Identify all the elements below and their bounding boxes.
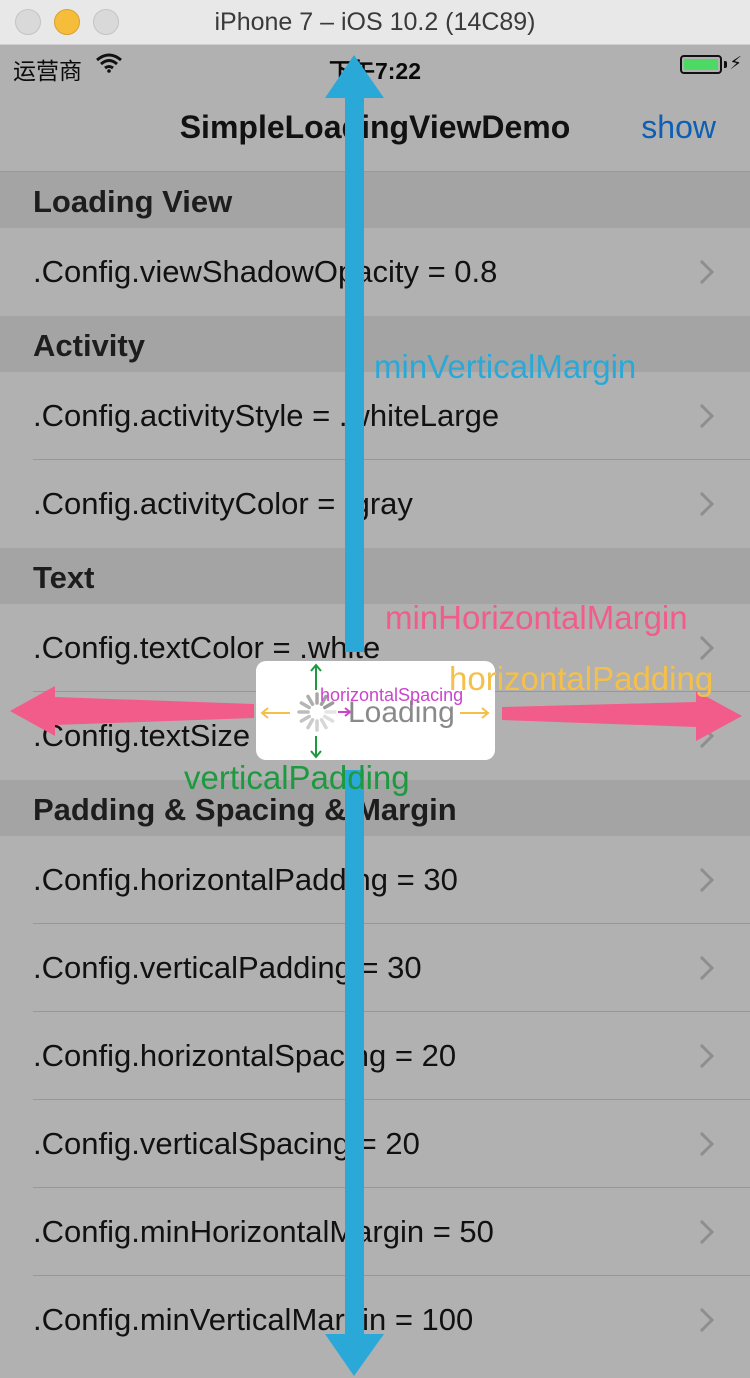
row-label: .Config.minHorizontalMargin = 50 (33, 1214, 494, 1249)
table-row[interactable]: .Config.activityStyle = .whiteLarge (0, 372, 750, 460)
table-row[interactable]: .Config.activityColor = .gray (0, 460, 750, 548)
chevron-right-icon (699, 491, 715, 517)
settings-table: Loading View .Config.viewShadowOpacity = … (0, 172, 750, 1364)
nav-title: SimpleLoadingViewDemo (179, 109, 571, 145)
row-label: .Config.viewShadowOpacity = 0.8 (33, 254, 498, 289)
battery-icon (680, 55, 722, 74)
chevron-right-icon (699, 1219, 715, 1245)
chevron-right-icon (699, 259, 715, 285)
chevron-right-icon (699, 403, 715, 429)
table-row[interactable]: .Config.textSize = 15 (0, 692, 750, 780)
section-header: Text (0, 548, 750, 604)
section-header-label: Padding & Spacing & Margin (33, 792, 457, 827)
section-header-label: Text (33, 560, 95, 595)
table-row[interactable]: .Config.horizontalSpacing = 20 (0, 1012, 750, 1100)
section-header-label: Loading View (33, 184, 233, 219)
section-header: Activity (0, 316, 750, 372)
table-row[interactable]: .Config.textColor = .white (0, 604, 750, 692)
status-time: 下午7:22 (328, 58, 422, 84)
row-label: .Config.horizontalPadding = 30 (33, 862, 458, 897)
chevron-right-icon (699, 955, 715, 981)
chevron-right-icon (699, 1307, 715, 1333)
table-row[interactable]: .Config.verticalSpacing = 20 (0, 1100, 750, 1188)
table-row[interactable]: .Config.viewShadowOpacity = 0.8 (0, 228, 750, 316)
show-button[interactable]: show (641, 109, 716, 146)
row-label: .Config.minVerticalMargin = 100 (33, 1302, 474, 1337)
table-row[interactable]: .Config.minHorizontalMargin = 50 (0, 1188, 750, 1276)
table-row[interactable]: .Config.horizontalPadding = 30 (0, 836, 750, 924)
charging-bolt-icon: ⚡ (729, 53, 742, 73)
row-label: .Config.activityStyle = .whiteLarge (33, 398, 500, 433)
chevron-right-icon (699, 1131, 715, 1157)
section-header: Loading View (0, 172, 750, 228)
status-bar: 运营商 下午7:22 ⚡ (0, 45, 750, 85)
row-label: .Config.verticalSpacing = 20 (33, 1126, 420, 1161)
device-screen: 运营商 下午7:22 ⚡ SimpleLoadingViewDemo show … (0, 45, 750, 1378)
chevron-right-icon (699, 867, 715, 893)
row-label: .Config.textSize = 15 (33, 718, 320, 753)
battery-cap (724, 61, 727, 68)
chevron-right-icon (699, 1043, 715, 1069)
table-row[interactable]: .Config.minVerticalMargin = 100 (0, 1276, 750, 1364)
row-label: .Config.horizontalSpacing = 20 (33, 1038, 457, 1073)
chevron-right-icon (699, 723, 715, 749)
navigation-bar: SimpleLoadingViewDemo show (0, 85, 750, 172)
row-label: .Config.verticalPadding = 30 (33, 950, 422, 985)
chevron-right-icon (699, 635, 715, 661)
window-title: iPhone 7 – iOS 10.2 (14C89) (214, 8, 536, 36)
simulator-titlebar: iPhone 7 – iOS 10.2 (14C89) (0, 0, 750, 45)
section-header: Padding & Spacing & Margin (0, 780, 750, 836)
row-label: .Config.textColor = .white (33, 630, 381, 665)
section-header-label: Activity (33, 328, 145, 363)
row-label: .Config.activityColor = .gray (33, 486, 413, 521)
table-row[interactable]: .Config.verticalPadding = 30 (0, 924, 750, 1012)
